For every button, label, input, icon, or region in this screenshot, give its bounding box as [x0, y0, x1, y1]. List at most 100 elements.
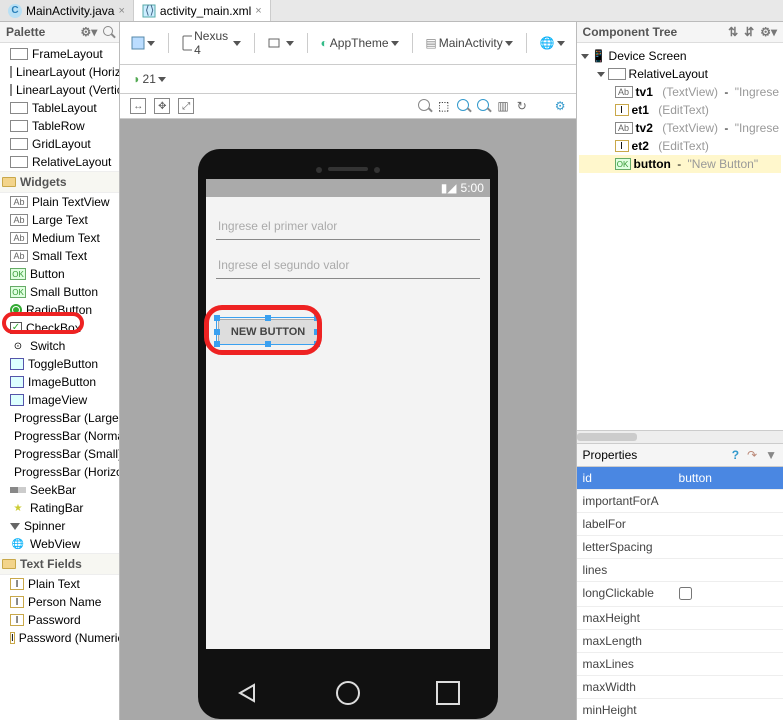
design-surface-button[interactable] [126, 33, 160, 53]
property-row[interactable]: longClickable [577, 582, 783, 607]
property-row-id[interactable]: id button [577, 467, 783, 490]
gear-icon[interactable]: ⚙▾ [80, 25, 97, 39]
property-row[interactable]: minHeight [577, 699, 783, 720]
property-row[interactable]: letterSpacing [577, 536, 783, 559]
tab-activity-xml[interactable]: ⟨⟩ activity_main.xml × [134, 0, 271, 21]
tv2-preview[interactable]: Ingrese el segundo valor [216, 252, 480, 278]
search-icon[interactable] [103, 25, 113, 39]
theme-picker[interactable]: ◐AppTheme [316, 33, 404, 53]
tree-row[interactable]: Iet2 (EditText) [579, 137, 781, 155]
filter-icon[interactable]: ▼ [765, 448, 777, 462]
properties-title: Properties [583, 448, 638, 462]
palette-item[interactable]: TableLayout [0, 99, 119, 117]
tab-label: activity_main.xml [160, 4, 251, 18]
activity-picker[interactable]: ▤MainActivity [420, 33, 517, 53]
properties-table[interactable]: id button importantForA labelFor letterS… [577, 467, 783, 720]
palette-item[interactable]: GridLayout [0, 135, 119, 153]
expand-button[interactable]: ⤢ [178, 98, 194, 114]
palette-item[interactable]: ImageButton [0, 373, 119, 391]
et2-preview[interactable] [216, 278, 480, 279]
palette-item[interactable]: ImageView [0, 391, 119, 409]
palette-group-widgets[interactable]: Widgets [0, 171, 119, 193]
close-icon[interactable]: × [118, 5, 124, 17]
layout-icon [608, 68, 626, 80]
palette-item[interactable]: IPassword [0, 611, 119, 629]
palette-item-button[interactable]: OKButton [0, 265, 119, 283]
palette-item[interactable]: AbLarge Text [0, 211, 119, 229]
zoom-in-button[interactable] [457, 99, 469, 114]
palette-item[interactable]: ToggleButton [0, 355, 119, 373]
svg-text:⟨⟩: ⟨⟩ [145, 4, 154, 17]
palette-item[interactable]: ⊙Switch [0, 337, 119, 355]
device-picker[interactable]: Nexus 4 [177, 26, 246, 60]
help-icon[interactable]: ? [732, 448, 739, 462]
property-value[interactable]: button [673, 467, 783, 489]
palette-group-textfields[interactable]: Text Fields [0, 553, 119, 575]
tree-row[interactable]: Abtv1 (TextView) - "Ingrese [579, 83, 781, 101]
palette-item[interactable]: RelativeLayout [0, 153, 119, 171]
tab-main-activity[interactable]: C MainActivity.java × [0, 0, 134, 21]
et1-preview[interactable] [216, 239, 480, 240]
tree-row[interactable]: 📱Device Screen [579, 47, 781, 65]
property-row[interactable]: maxLines [577, 653, 783, 676]
tree-row-selected[interactable]: OKbutton - "New Button" [579, 155, 781, 173]
selection-mode-button[interactable]: ↔ [130, 98, 146, 114]
palette-item[interactable]: LinearLayout (Vertical) [0, 81, 119, 99]
android-api-picker[interactable]: ◗21 [128, 69, 171, 89]
undo-icon[interactable]: ↶ [747, 448, 757, 462]
palette-item[interactable]: ProgressBar (Horizontal) [0, 463, 119, 481]
palette-item[interactable]: LinearLayout (Horizontal) [0, 63, 119, 81]
close-icon[interactable]: × [255, 5, 261, 17]
locale-button[interactable]: 🌐 [535, 33, 570, 53]
property-row[interactable]: labelFor [577, 513, 783, 536]
property-row[interactable]: maxLength [577, 630, 783, 653]
palette-item[interactable]: AbMedium Text [0, 229, 119, 247]
component-tree-header: Component Tree ⇅ ⇵ ⚙▾ [577, 22, 783, 43]
layout-preview[interactable]: Ingrese el primer valor Ingrese el segun… [206, 197, 490, 649]
palette-item[interactable]: TableRow [0, 117, 119, 135]
tree-row[interactable]: Iet1 (EditText) [579, 101, 781, 119]
palette-item[interactable]: AbSmall Text [0, 247, 119, 265]
tree-row[interactable]: RelativeLayout [579, 65, 781, 83]
property-row[interactable]: maxWidth [577, 676, 783, 699]
palette-header: Palette ⚙▾ [0, 22, 119, 43]
horizontal-scrollbar[interactable] [577, 430, 783, 444]
palette-tree[interactable]: FrameLayout LinearLayout (Horizontal) Li… [0, 43, 119, 720]
palette-item[interactable]: RadioButton [0, 301, 119, 319]
refresh-button[interactable]: ↻ [517, 99, 527, 113]
palette-item[interactable]: FrameLayout [0, 45, 119, 63]
palette-item[interactable]: ProgressBar (Small) [0, 445, 119, 463]
gear-icon[interactable]: ⚙▾ [760, 25, 777, 39]
palette-item[interactable]: IPerson Name [0, 593, 119, 611]
property-row[interactable]: importantForA [577, 490, 783, 513]
tv1-preview[interactable]: Ingrese el primer valor [216, 213, 480, 239]
palette-item[interactable]: IPlain Text [0, 575, 119, 593]
collapse-icon[interactable]: ⇵ [744, 25, 754, 39]
zoom-reset-button[interactable]: ⬚ [438, 99, 449, 113]
palette-item[interactable]: OKSmall Button [0, 283, 119, 301]
component-tree[interactable]: 📱Device Screen RelativeLayout Abtv1 (Tex… [577, 43, 783, 177]
design-canvas[interactable]: ▮◢ 5:00 Ingrese el primer valor Ingrese … [120, 119, 575, 720]
zoom-fit-button[interactable] [477, 99, 489, 114]
api-toolbar: ◗21 [120, 65, 575, 94]
expand-icon[interactable]: ⇅ [728, 25, 738, 39]
textview-icon: Ab [10, 250, 28, 262]
palette-item[interactable]: ProgressBar (Large) [0, 409, 119, 427]
property-row[interactable]: lines [577, 559, 783, 582]
settings-button[interactable]: ⚙ [555, 99, 566, 113]
layers-button[interactable]: ▥ [497, 99, 508, 113]
palette-item[interactable]: AbPlain TextView [0, 193, 119, 211]
palette-item[interactable]: IPassword (Numeric) [0, 629, 119, 647]
zoom-out-button[interactable] [418, 99, 430, 114]
palette-item[interactable]: 🌐WebView [0, 535, 119, 553]
palette-item[interactable]: SeekBar [0, 481, 119, 499]
orientation-button[interactable] [263, 33, 299, 53]
palette-item[interactable]: CheckBox [0, 319, 119, 337]
palette-item[interactable]: Spinner [0, 517, 119, 535]
pan-mode-button[interactable]: ✥ [154, 98, 170, 114]
property-row[interactable]: maxHeight [577, 607, 783, 630]
palette-item[interactable]: ProgressBar (Normal) [0, 427, 119, 445]
palette-item[interactable]: ★RatingBar [0, 499, 119, 517]
tree-row[interactable]: Abtv2 (TextView) - "Ingrese [579, 119, 781, 137]
longclickable-checkbox[interactable] [679, 587, 692, 600]
